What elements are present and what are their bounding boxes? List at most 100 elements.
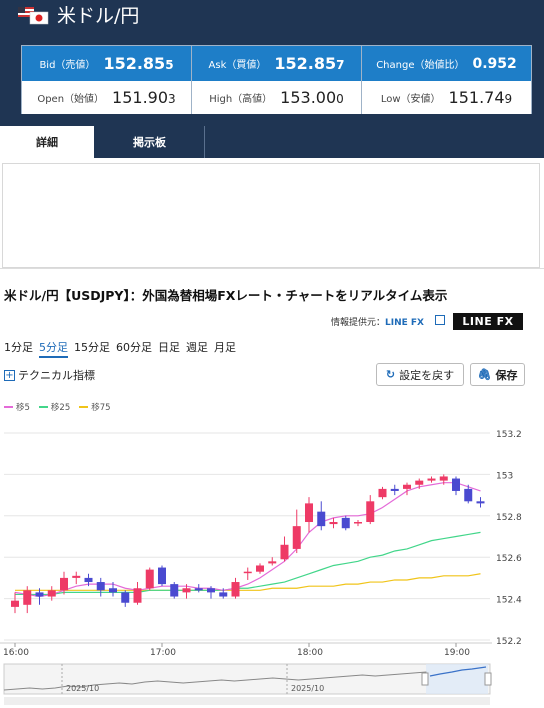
period-1min[interactable]: 1分足	[4, 339, 33, 358]
candlestick-chart[interactable]: 153.2 153 152.8 152.6 152.4 152.2 16:00 17:00 18…	[0, 420, 544, 708]
navigator-scrollbar	[4, 697, 490, 705]
legend-ma25: 移25	[38, 401, 70, 413]
reset-settings-button[interactable]: ↻ 設定を戻す	[376, 363, 464, 386]
low-value: 151.749	[448, 88, 513, 107]
candle-body	[84, 577, 93, 583]
candle-body	[60, 577, 68, 591]
y-tick-label: 152.4	[496, 596, 522, 606]
candle-body	[403, 484, 411, 489]
ad-placeholder	[2, 163, 540, 268]
tab-board[interactable]: 掲示板	[95, 126, 205, 158]
x-tick-label: 16:00	[3, 648, 29, 658]
change-cell: Change（始値比） 0.952	[362, 46, 531, 81]
us-jp-flag-icon	[18, 7, 49, 25]
candle-body	[378, 488, 387, 498]
candle-body	[317, 511, 326, 527]
y-tick-label: 152.2	[496, 637, 522, 647]
candle-body	[354, 522, 362, 524]
candle-body	[109, 588, 117, 593]
save-button[interactable]: 🖇 保存	[470, 363, 525, 386]
y-tick-label: 153	[496, 471, 513, 481]
candle-body	[476, 501, 485, 504]
candle-body	[452, 478, 460, 491]
candle-body	[341, 517, 350, 529]
candle-body	[11, 600, 19, 607]
navigator-handle-left	[421, 672, 429, 686]
candle-body	[47, 590, 56, 597]
candle-body	[194, 588, 203, 591]
candle-body	[231, 582, 240, 597]
candle-body	[256, 565, 264, 572]
ask-value: 152.857	[274, 54, 345, 73]
plus-icon: +	[4, 369, 15, 381]
candle-body	[390, 488, 399, 491]
candle-body	[170, 584, 179, 597]
y-tick-label: 152.6	[496, 554, 522, 564]
x-tick-label: 19:00	[444, 648, 470, 658]
candle-body	[23, 590, 32, 605]
open-value: 151.903	[112, 88, 176, 107]
technical-indicators-toggle[interactable]: + テクニカル指標	[4, 367, 95, 383]
tab-details[interactable]: 詳細	[0, 126, 94, 158]
candle-body	[219, 592, 228, 597]
candle-body	[292, 526, 301, 549]
candle-body	[280, 544, 289, 560]
period-daily[interactable]: 日足	[158, 339, 180, 358]
provider-link[interactable]: LINE FX	[385, 318, 424, 328]
reset-label: 設定を戻す	[399, 368, 455, 382]
period-15min[interactable]: 15分足	[74, 339, 110, 358]
candle-body	[207, 588, 215, 593]
period-60min[interactable]: 60分足	[116, 339, 152, 358]
save-label: 保存	[495, 368, 518, 382]
tab-bar: 詳細 掲示板	[0, 126, 544, 158]
period-5min[interactable]: 5分足	[39, 339, 68, 358]
candle-body	[96, 582, 105, 591]
quote-table: Bid（売値） 152.855 Ask（買値） 152.857 Change（始…	[21, 45, 532, 114]
x-tick-label: 17:00	[150, 648, 176, 658]
candle-body	[427, 478, 436, 481]
candle-body	[366, 501, 375, 523]
page-title: 米ドル/円	[57, 5, 140, 27]
chart-legend: 移5 移25 移75	[4, 401, 111, 413]
high-label: High（高値）	[209, 94, 273, 105]
change-label: Change（始値比）	[376, 60, 465, 71]
high-value: 153.000	[280, 88, 344, 107]
candle-body	[35, 592, 44, 597]
navigator-label: 2025/10	[66, 684, 99, 693]
bid-value: 152.855	[103, 54, 174, 73]
candle-body	[243, 571, 252, 574]
candle-body	[182, 588, 191, 593]
candle-body	[133, 588, 142, 603]
y-tick-label: 153.2	[496, 430, 522, 440]
period-weekly[interactable]: 週足	[186, 339, 208, 358]
period-selector: 1分足 5分足 15分足 60分足 日足 週足 月足	[4, 339, 236, 358]
open-cell: Open（始値） 151.903	[22, 81, 192, 114]
candle-body	[72, 575, 81, 578]
navigator-label: 2025/10	[291, 684, 324, 693]
technical-label: テクニカル指標	[18, 369, 95, 382]
bid-label: Bid（売値）	[39, 60, 96, 71]
candle-body	[158, 567, 166, 585]
candle-body	[305, 503, 313, 523]
high-cell: High（高値） 153.000	[192, 81, 362, 114]
x-tick-label: 18:00	[297, 648, 323, 658]
open-label: Open（始値）	[37, 94, 105, 105]
candle-body	[439, 476, 448, 481]
candle-body	[121, 592, 130, 603]
low-label: Low（安値）	[380, 94, 441, 105]
candle-body	[145, 569, 154, 589]
external-link-icon[interactable]	[435, 315, 445, 325]
ask-cell: Ask（買値） 152.857	[192, 46, 362, 81]
candle-body	[415, 480, 424, 485]
period-monthly[interactable]: 月足	[214, 339, 236, 358]
candle-body	[268, 561, 277, 564]
line-fx-logo[interactable]: LINE FX	[453, 313, 523, 330]
refresh-icon: ↻	[385, 368, 396, 381]
low-cell: Low（安値） 151.749	[362, 81, 531, 114]
section-title: 米ドル/円【USDJPY】：外国為替相場FXレート・チャートをリアルタイム表示	[4, 288, 448, 303]
ask-label: Ask（買値）	[208, 60, 267, 71]
quote-header: 米ドル/円 Bid（売値） 152.855 Ask（買値） 152.857 Ch…	[0, 0, 544, 126]
candle-body	[464, 488, 473, 502]
candle-body	[329, 522, 338, 525]
legend-ma5: 移5	[4, 401, 30, 413]
